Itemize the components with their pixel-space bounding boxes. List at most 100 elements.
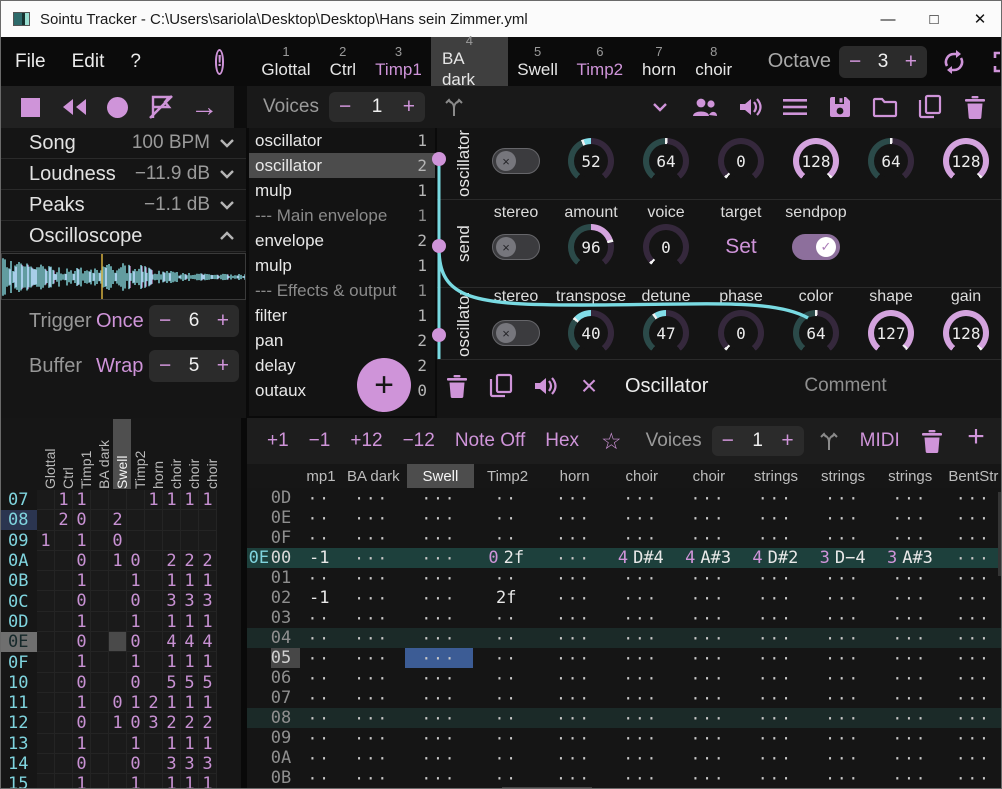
unit-row-oscillator[interactable]: oscillatorstereo×transpose40detune47phas…: [437, 288, 1002, 360]
pattern-cell[interactable]: ···: [405, 728, 472, 748]
knob-param[interactable]: 128: [793, 138, 839, 184]
order-cell[interactable]: [127, 510, 145, 530]
rewind-button[interactable]: [55, 88, 93, 126]
order-cell[interactable]: [91, 673, 109, 693]
pattern-cell[interactable]: ··: [300, 568, 338, 588]
order-cell[interactable]: [91, 531, 109, 551]
pattern-track-header-mp1[interactable]: mp1: [302, 464, 340, 488]
order-cell[interactable]: [145, 754, 163, 774]
pattern-cell[interactable]: ···: [540, 488, 607, 508]
record-button[interactable]: [98, 88, 136, 126]
pattern-cell[interactable]: ···: [674, 608, 741, 628]
pattern-cell[interactable]: ···: [540, 668, 607, 688]
order-track-header-ba-dark[interactable]: BA dark: [95, 419, 113, 489]
pattern-cell[interactable]: ···: [809, 588, 876, 608]
order-cell[interactable]: 1: [73, 693, 91, 713]
speaker-icon[interactable]: [727, 86, 772, 128]
pattern-button-+1[interactable]: +1: [267, 430, 289, 452]
pattern-cell[interactable]: ···: [742, 668, 809, 688]
knob-shape[interactable]: 127: [868, 310, 914, 356]
order-cell[interactable]: 1: [127, 774, 145, 789]
order-row[interactable]: 0C00333: [1, 591, 241, 611]
unit-list-item[interactable]: --- Effects & output1: [249, 278, 435, 303]
order-cell[interactable]: 4: [181, 632, 199, 652]
order-cell[interactable]: 0: [127, 673, 145, 693]
voices-plus-button[interactable]: +: [393, 95, 425, 119]
order-cell[interactable]: 1: [73, 571, 91, 591]
pattern-row[interactable]: 0F·······························: [247, 528, 1002, 548]
pattern-cell[interactable]: ··: [473, 668, 540, 688]
order-cell[interactable]: [55, 551, 73, 571]
pattern-cell[interactable]: ···: [876, 528, 943, 548]
pattern-cell[interactable]: ··: [300, 748, 338, 768]
pattern-button-hex[interactable]: Hex: [545, 430, 579, 452]
pattern-cell[interactable]: ···: [674, 568, 741, 588]
tab-instrument-swell[interactable]: 5Swell: [508, 37, 567, 86]
order-cell[interactable]: [109, 754, 127, 774]
fullscreen-icon[interactable]: [985, 43, 1002, 81]
pattern-cell[interactable]: ···: [742, 528, 809, 548]
menu-item-help[interactable]: ?: [130, 51, 141, 73]
order-cell[interactable]: [91, 734, 109, 754]
order-cell[interactable]: [37, 612, 55, 632]
order-cell[interactable]: [37, 713, 55, 733]
order-cell[interactable]: 1: [73, 490, 91, 510]
pattern-cell[interactable]: ···: [540, 768, 607, 788]
pattern-cell[interactable]: ···: [338, 488, 405, 508]
order-cell[interactable]: 1: [127, 693, 145, 713]
order-cell[interactable]: 1: [37, 531, 55, 551]
order-cell[interactable]: [37, 693, 55, 713]
knob-param[interactable]: 52: [568, 138, 614, 184]
order-cell[interactable]: 3: [163, 591, 181, 611]
maximize-button[interactable]: □: [911, 1, 957, 37]
pattern-cell[interactable]: ···: [742, 508, 809, 528]
loop-icon[interactable]: [935, 43, 973, 81]
pattern-voices-minus-button[interactable]: −: [712, 429, 744, 453]
pattern-row[interactable]: 0E·······························: [247, 508, 1002, 528]
pattern-cell[interactable]: ···: [405, 768, 472, 788]
pattern-cell[interactable]: ··: [473, 688, 540, 708]
pattern-cell[interactable]: ···: [607, 708, 674, 728]
play-icon[interactable]: →: [185, 88, 223, 126]
order-cell[interactable]: 0: [127, 713, 145, 733]
pattern-cell[interactable]: -1: [300, 588, 338, 608]
pattern-cell[interactable]: ···: [742, 768, 809, 788]
order-cell[interactable]: 0: [73, 673, 91, 693]
order-cell[interactable]: [55, 652, 73, 672]
knob-phase[interactable]: 0: [718, 310, 764, 356]
pattern-cell[interactable]: ···: [742, 728, 809, 748]
order-cell[interactable]: [109, 612, 127, 632]
pattern-cell[interactable]: ··: [473, 728, 540, 748]
order-cell[interactable]: 1: [127, 612, 145, 632]
pattern-cell[interactable]: ···: [876, 648, 943, 668]
order-track-header-ctrl[interactable]: Ctrl: [59, 419, 77, 489]
pattern-cell[interactable]: ···: [944, 568, 1002, 588]
buffer-minus-button[interactable]: −: [149, 354, 181, 378]
chevron-down-icon[interactable]: [637, 86, 682, 128]
warning-icon[interactable]: !: [215, 49, 224, 75]
pattern-cell[interactable]: ···: [540, 548, 607, 568]
panel-row-song[interactable]: Song100 BPM: [1, 128, 246, 159]
order-row[interactable]: 1311111: [1, 734, 241, 754]
order-cell[interactable]: 1: [73, 612, 91, 632]
pattern-cell[interactable]: ···: [809, 488, 876, 508]
menu-icon[interactable]: [772, 86, 817, 128]
pattern-split-icon[interactable]: [814, 422, 844, 460]
pattern-cell[interactable]: ···: [607, 588, 674, 608]
order-cell[interactable]: 1: [163, 734, 181, 754]
copy-icon[interactable]: [907, 86, 952, 128]
pattern-cell[interactable]: ···: [809, 628, 876, 648]
order-cell[interactable]: [37, 632, 55, 652]
order-cell[interactable]: 1: [163, 612, 181, 632]
pattern-track-header-horn[interactable]: horn: [541, 464, 608, 488]
order-cell[interactable]: 3: [181, 591, 199, 611]
pattern-cell[interactable]: ···: [405, 568, 472, 588]
pattern-cell[interactable]: ··: [473, 748, 540, 768]
order-row[interactable]: 09110: [1, 531, 241, 551]
pattern-cell[interactable]: ···: [405, 548, 472, 568]
pattern-cell[interactable]: ···: [607, 688, 674, 708]
pattern-cell[interactable]: ···: [405, 628, 472, 648]
order-cell[interactable]: 1: [199, 652, 217, 672]
pattern-cell[interactable]: ···: [809, 668, 876, 688]
order-cell[interactable]: 5: [199, 673, 217, 693]
